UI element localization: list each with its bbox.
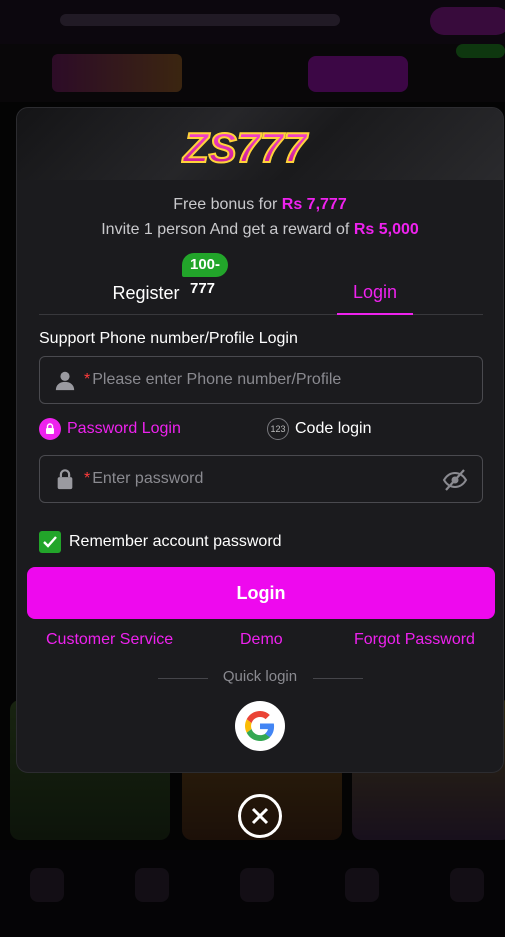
password-input[interactable]: [92, 470, 482, 488]
bonus-text: Free bonus for: [173, 196, 278, 213]
login-modal: ZS777 Free bonus for Rs 7,777 Invite 1 p…: [16, 107, 504, 773]
bonus-line: Free bonus for Rs 7,777: [17, 196, 503, 214]
demo-link[interactable]: Demo: [240, 631, 283, 649]
login-button[interactable]: Login: [27, 567, 495, 619]
code-login-label: Code login: [295, 420, 372, 437]
required-marker: *: [84, 470, 91, 487]
password-login-label: Password Login: [67, 420, 181, 437]
close-icon: [251, 807, 269, 825]
quick-login-label: Quick login: [222, 668, 298, 685]
logo-zs-text: ZS777: [182, 124, 308, 170]
tab-register[interactable]: Register 100-777: [89, 253, 229, 315]
tab-login-label: Login: [352, 281, 398, 302]
123-icon: 123: [267, 418, 289, 440]
password-field[interactable]: *: [39, 455, 483, 503]
checkmark-icon: [43, 536, 57, 548]
phone-field-label: Support Phone number/Profile Login: [39, 330, 298, 347]
google-icon: [245, 711, 275, 741]
phone-field[interactable]: *: [39, 356, 483, 404]
remember-label: Remember account password: [69, 533, 282, 550]
phone-input[interactable]: [92, 371, 482, 389]
user-icon: [55, 371, 75, 391]
register-bonus-badge: 100-777: [182, 253, 229, 297]
tab-login[interactable]: Login: [337, 271, 413, 315]
password-login-option[interactable]: Password Login: [39, 418, 181, 440]
google-login-button[interactable]: [235, 701, 285, 751]
brand-logo: ZS777: [181, 123, 309, 170]
remember-password-toggle[interactable]: Remember account password: [39, 531, 282, 553]
padlock-icon: [57, 469, 73, 490]
invite-amount: Rs 5,000: [353, 221, 419, 238]
invite-line: Invite 1 person And get a reward of Rs 5…: [17, 221, 503, 239]
divider-right: [313, 678, 363, 679]
customer-service-link[interactable]: Customer Service: [46, 631, 173, 649]
required-marker: *: [84, 371, 91, 388]
close-modal-button[interactable]: [238, 794, 282, 838]
bonus-amount: Rs 7,777: [281, 196, 347, 213]
tab-register-label: Register: [112, 282, 180, 303]
eye-off-icon[interactable]: [442, 468, 468, 492]
code-login-option[interactable]: 123 Code login: [267, 418, 372, 440]
forgot-password-link[interactable]: Forgot Password: [354, 631, 475, 649]
modal-banner: ZS777: [17, 108, 503, 180]
lock-icon: [39, 418, 61, 440]
auth-tabs: Register 100-777 Login: [39, 253, 483, 315]
remember-checkbox[interactable]: [39, 531, 61, 553]
invite-text: Invite 1 person And get a reward of: [101, 221, 350, 238]
